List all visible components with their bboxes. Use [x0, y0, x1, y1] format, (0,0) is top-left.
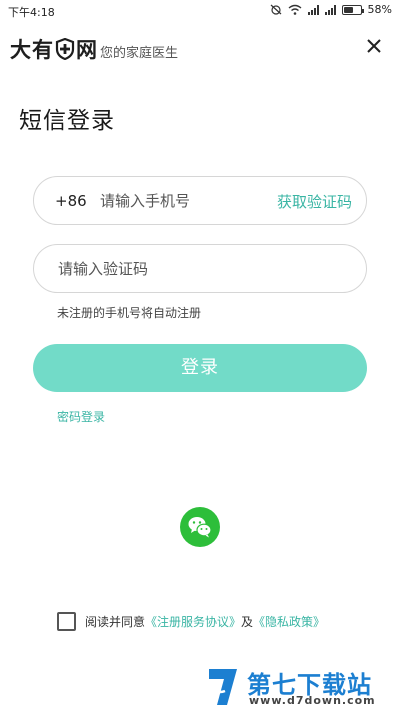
alarm-mute-icon [270, 4, 281, 15]
verification-code-field [33, 244, 367, 293]
status-time: 下午4:18 [8, 6, 55, 19]
status-icons: 58% [270, 3, 392, 16]
wifi-icon [288, 4, 301, 15]
privacy-link[interactable]: 《隐私政策》 [253, 613, 325, 630]
auto-register-tip: 未注册的手机号将自动注册 [57, 306, 202, 320]
get-code-button[interactable]: 获取验证码 [277, 191, 352, 212]
signal-icon [324, 4, 336, 15]
agreement-checkbox[interactable] [57, 611, 76, 631]
wechat-login-button[interactable] [180, 507, 220, 547]
status-bar: 下午4:18 58% [0, 0, 400, 22]
close-button[interactable] [366, 38, 382, 54]
agreement-row: 阅读并同意 《注册服务协议》 及 《隐私政策》 [57, 611, 325, 631]
watermark-url: www.d7down.com [249, 694, 376, 707]
close-icon [367, 39, 381, 53]
password-login-link[interactable]: 密码登录 [57, 408, 105, 425]
logo-slogan: 您的家庭医生 [100, 45, 179, 61]
agreement-prefix: 阅读并同意 [85, 614, 146, 629]
battery-icon [341, 4, 364, 15]
watermark-logo-icon [209, 669, 237, 705]
page-title: 短信登录 [19, 108, 115, 134]
app-logo: 大有 网 您的家庭医生 [10, 34, 178, 64]
site-watermark: 第七下载站 www.d7down.com [205, 665, 395, 709]
logo-text-right: 网 [76, 38, 98, 62]
phone-field: +86 获取验证码 [33, 176, 367, 225]
app-header: 大有 网 您的家庭医生 [0, 30, 400, 66]
logo-text-left: 大有 [10, 38, 54, 62]
shield-cross-icon [55, 38, 75, 60]
battery-percent: 58% [367, 3, 392, 16]
verification-code-input[interactable] [58, 257, 338, 281]
agreement-conjunction: 及 [241, 614, 254, 629]
phone-input[interactable] [100, 189, 260, 213]
terms-link[interactable]: 《注册服务协议》 [145, 613, 241, 630]
signal-icon [307, 4, 319, 15]
login-button[interactable]: 登录 [33, 344, 367, 392]
country-code[interactable]: +86 [55, 192, 87, 210]
wechat-icon [188, 517, 212, 538]
